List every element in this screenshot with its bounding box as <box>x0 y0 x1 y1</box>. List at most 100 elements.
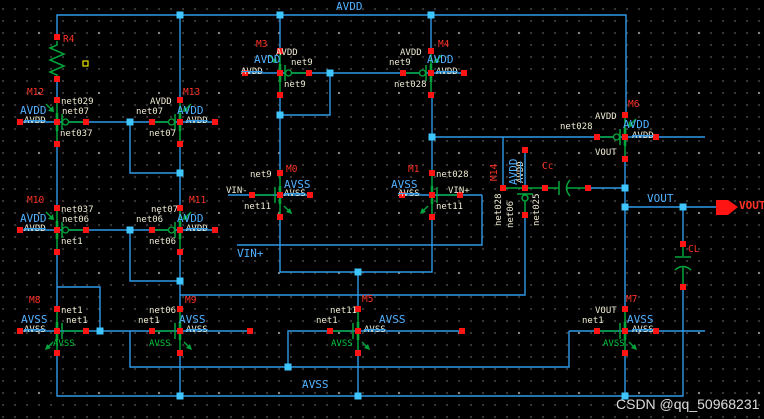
m10-bulk-label[interactable]: AVDD <box>24 225 46 234</box>
m5-bulk-label[interactable]: AVSS <box>364 326 386 335</box>
m4-bulk-label[interactable]: AVDD <box>436 68 458 77</box>
wire-segment[interactable] <box>288 331 330 367</box>
label-avdd-m10[interactable]: AVDD <box>20 213 47 224</box>
label-avss-m9[interactable]: AVSS <box>179 314 206 325</box>
label-m4[interactable]: M4 <box>438 40 449 50</box>
m4-gate-label[interactable]: net9 <box>389 59 411 68</box>
vout-output-pin-arrow[interactable] <box>716 200 738 215</box>
m3-bulk-label[interactable]: AVDD <box>241 68 263 77</box>
vout-output-port-label[interactable]: VOUT <box>739 200 764 211</box>
m14-bulk-label[interactable]: AVDD <box>517 161 526 183</box>
m5-source-label[interactable]: AVSS <box>331 340 353 349</box>
m8-gate-label[interactable]: net1 <box>66 317 88 326</box>
m7-source-label[interactable]: AVSS <box>603 340 625 349</box>
m3-top-label[interactable]: AVDD <box>276 49 298 58</box>
m1-bulk-label[interactable]: AVSS <box>398 190 420 199</box>
m14-gate-label[interactable]: net06 <box>507 201 516 228</box>
m12-top-label[interactable]: net029 <box>61 98 94 107</box>
watermark-text: CSDN @qq_50968231 <box>616 397 759 411</box>
label-avdd-m6[interactable]: AVDD <box>623 119 650 130</box>
m12-bulk-label[interactable]: AVDD <box>24 117 46 126</box>
label-m6[interactable]: M6 <box>628 100 639 110</box>
m13-gate-label[interactable]: net07 <box>136 108 163 117</box>
origin-marker <box>83 61 88 66</box>
label-m10[interactable]: M10 <box>27 196 44 206</box>
m6-gate-label[interactable]: net028 <box>560 123 593 132</box>
m13-bottom-label[interactable]: net07 <box>149 130 176 139</box>
label-avdd-m4[interactable]: AVDD <box>427 54 454 65</box>
m14-right-label[interactable]: net025 <box>533 193 542 226</box>
label-r4[interactable]: R4 <box>63 35 74 45</box>
m8-bulk-label[interactable]: AVSS <box>24 326 46 335</box>
m11-top-label[interactable]: net07 <box>151 206 178 215</box>
m11-gate-label[interactable]: net06 <box>136 216 163 225</box>
m3-bottom-label[interactable]: net9 <box>284 81 306 90</box>
m9-source-label[interactable]: AVSS <box>149 340 171 349</box>
m12-bottom-label[interactable]: net037 <box>60 130 93 139</box>
label-m3[interactable]: M3 <box>256 40 267 50</box>
label-avss-m8[interactable]: AVSS <box>21 314 48 325</box>
m6-top-label[interactable]: AVDD <box>595 113 617 122</box>
label-avdd-m12[interactable]: AVDD <box>20 105 47 116</box>
label-m13[interactable]: M13 <box>183 88 200 98</box>
label-avdd-m11[interactable]: AVDD <box>177 213 204 224</box>
label-avss-bottom-rail[interactable]: AVSS <box>302 379 329 390</box>
m0-bottom-label[interactable]: net11 <box>244 203 271 212</box>
m10-top-label[interactable]: net037 <box>61 206 94 215</box>
m9-bulk-label[interactable]: AVSS <box>186 326 208 335</box>
m4-top-label[interactable]: AVDD <box>400 49 422 58</box>
m13-bulk-label[interactable]: AVDD <box>186 117 208 126</box>
m9-top-label[interactable]: net06 <box>149 307 176 316</box>
m10-gate-label[interactable]: net06 <box>62 216 89 225</box>
label-avss-m7[interactable]: AVSS <box>627 314 654 325</box>
m1-gate-label[interactable]: VIN+ <box>448 187 470 196</box>
m7-top-label[interactable]: VOUT <box>595 307 617 316</box>
wire-segment[interactable] <box>57 15 626 115</box>
m3-gate-label[interactable]: net9 <box>291 59 313 68</box>
label-m8[interactable]: M8 <box>29 296 40 306</box>
label-cc[interactable]: Cc <box>542 162 553 172</box>
label-cl[interactable]: CL <box>688 245 699 255</box>
m0-top-label[interactable]: net9 <box>250 171 272 180</box>
wire-junction-node <box>285 364 292 371</box>
label-m9[interactable]: M9 <box>185 296 196 306</box>
m1-top-label[interactable]: net028 <box>436 171 469 180</box>
m5-gate-label[interactable]: net1 <box>316 317 338 326</box>
label-avss-m5[interactable]: AVSS <box>379 314 406 325</box>
label-vout-wire[interactable]: VOUT <box>647 193 674 204</box>
m6-bottom-label[interactable]: VOUT <box>595 149 617 158</box>
device-symbol-path[interactable] <box>548 180 585 196</box>
m8-top-label[interactable]: net1 <box>61 307 83 316</box>
m0-bulk-label[interactable]: AVSS <box>284 190 306 199</box>
label-m0[interactable]: M0 <box>286 165 297 175</box>
label-m11[interactable]: M11 <box>189 196 206 206</box>
wire-segment[interactable] <box>130 331 569 367</box>
pin-square-m0 <box>277 214 283 220</box>
label-m7[interactable]: M7 <box>626 295 637 305</box>
m9-gate-label[interactable]: net1 <box>138 317 160 326</box>
label-m12[interactable]: M12 <box>27 88 44 98</box>
m12-gate-label[interactable]: net07 <box>62 108 89 117</box>
label-m5[interactable]: M5 <box>362 295 373 305</box>
m0-gate-label[interactable]: VIN- <box>226 187 248 196</box>
wire-segment[interactable] <box>180 215 525 295</box>
m7-gate-label[interactable]: net1 <box>582 317 604 326</box>
m7-bulk-label[interactable]: AVSS <box>632 326 654 335</box>
m13-top-label[interactable]: AVDD <box>150 98 172 107</box>
m5-top-label[interactable]: net11 <box>330 307 357 316</box>
label-m14[interactable]: M14 <box>490 164 500 181</box>
label-avdd-m13[interactable]: AVDD <box>177 105 204 116</box>
m11-bottom-label[interactable]: net06 <box>149 238 176 247</box>
m4-bottom-label[interactable]: net028 <box>394 81 427 90</box>
m10-bottom-label[interactable]: net1 <box>61 238 83 247</box>
m6-bulk-label[interactable]: AVDD <box>632 132 654 141</box>
m11-bulk-label[interactable]: AVDD <box>186 225 208 234</box>
label-vin-plus-wire[interactable]: VIN+ <box>237 248 264 259</box>
label-m1[interactable]: M1 <box>408 165 419 175</box>
schematic-canvas[interactable]: AVDDAVDDAVDDAVDDAVDDAVSSAVSSAVDDAVDDAVSS… <box>0 0 764 419</box>
m1-bottom-label[interactable]: net11 <box>436 203 463 212</box>
m14-left-label[interactable]: net028 <box>495 193 504 226</box>
device-symbol-path[interactable] <box>50 41 64 79</box>
m8-source-label[interactable]: AVSS <box>53 340 75 349</box>
label-avdd-top-rail[interactable]: AVDD <box>336 1 363 12</box>
